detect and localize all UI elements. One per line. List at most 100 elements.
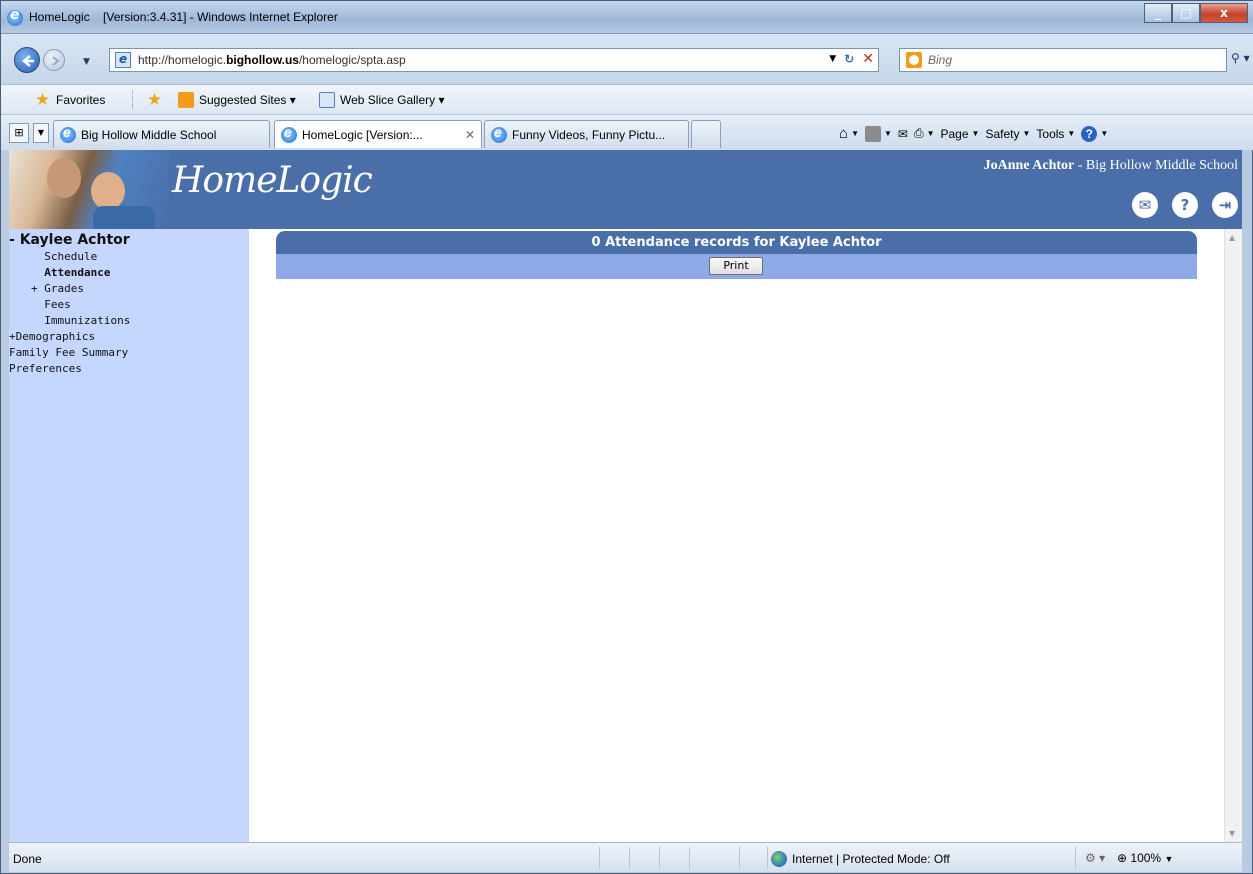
status-divider (1075, 847, 1076, 869)
ie-icon (491, 124, 507, 143)
close-button[interactable]: x (1200, 3, 1248, 23)
header-icons: ✉ ? ⇥ (1132, 192, 1238, 218)
mail-icon: ✉ (897, 126, 908, 141)
sidebar: - Kaylee Achtor Schedule Attendance + Gr… (9, 229, 249, 842)
tab-funny-videos[interactable]: Funny Videos, Funny Pictu... (484, 120, 689, 148)
sidebar-item-grades[interactable]: + Grades (31, 281, 84, 297)
read-mail-button[interactable]: ✉ (898, 127, 908, 141)
search-icon[interactable]: ⚲ ▾ (1231, 51, 1250, 65)
help-menu[interactable]: ? ▼ (1081, 125, 1108, 142)
security-zone[interactable]: Internet | Protected Mode: Off (771, 851, 950, 867)
title-bar: HomeLogic [Version:3.4.31] - Windows Int… (1, 1, 1253, 34)
main-content: 0 Attendance records for Kaylee Achtor P… (249, 229, 1224, 842)
protected-mode-icon[interactable]: ⚙ ▾ (1085, 851, 1105, 865)
suggested-sites-link[interactable]: Suggested Sites ▾ (178, 92, 296, 108)
school-name: - Big Hollow Middle School (1074, 158, 1238, 173)
logout-icon[interactable]: ⇥ (1212, 192, 1238, 218)
sidebar-item-immunizations[interactable]: Immunizations (31, 313, 130, 329)
user-name: JoAnne Achtor (983, 158, 1075, 173)
sidebar-item-attendance[interactable]: Attendance (31, 265, 110, 281)
scroll-down-icon[interactable]: ▼ (1229, 829, 1235, 838)
web-slice-gallery-link[interactable]: Web Slice Gallery ▾ (319, 92, 445, 108)
add-favorite-button[interactable]: ★ (147, 90, 163, 109)
status-divider (689, 847, 690, 869)
sidebar-item-demographics[interactable]: +Demographics (9, 329, 95, 345)
close-tab-icon[interactable]: ✕ (465, 128, 475, 142)
stop-icon[interactable]: ✕ (862, 51, 874, 67)
sidebar-item-preferences[interactable]: Preferences (9, 361, 82, 377)
feeds-button[interactable]: ▼ (864, 125, 892, 142)
favorites-bar: ★ Favorites ★ Suggested Sites ▾ Web Slic… (1, 84, 1253, 114)
print-button[interactable]: Print (709, 257, 763, 275)
tab-big-hollow[interactable]: Big Hollow Middle School (53, 120, 270, 148)
tab-homelogic[interactable]: HomeLogic [Version:... ✕ (274, 120, 482, 148)
sidebar-item-schedule[interactable]: Schedule (31, 249, 97, 265)
zoom-icon: ⊕ (1117, 851, 1128, 865)
url-field[interactable]: e http://homelogic.bighollow.us/homelogi… (109, 48, 879, 72)
attendance-heading: 0 Attendance records for Kaylee Achtor (276, 231, 1197, 254)
status-bar: Done Internet | Protected Mode: Off ⚙ ▾ … (9, 842, 1242, 872)
student-name[interactable]: - Kaylee Achtor (9, 232, 130, 248)
tab-label: Big Hollow Middle School (81, 127, 217, 142)
ie-icon (7, 7, 23, 26)
search-input[interactable]: Bing (899, 48, 1227, 72)
tab-list-dropdown[interactable]: ▼ (33, 123, 49, 143)
browser-window: HomeLogic [Version:3.4.31] - Windows Int… (0, 0, 1253, 874)
ie-icon (281, 124, 297, 143)
ie-icon (60, 124, 76, 143)
recent-pages-dropdown-icon[interactable]: ▼ (83, 57, 90, 67)
back-button[interactable] (14, 47, 40, 73)
attendance-toolbar: Print (276, 254, 1197, 279)
page-menu[interactable]: Page ▼ (941, 127, 980, 141)
globe-icon (771, 851, 787, 867)
help-icon[interactable]: ? (1172, 192, 1198, 218)
address-bar-row: ▼ e http://homelogic.bighollow.us/homelo… (1, 34, 1253, 84)
site-header: HomeLogic JoAnne Achtor - Big Hollow Mid… (9, 150, 1242, 229)
new-tab-button[interactable] (691, 120, 721, 148)
status-text: Done (13, 852, 42, 866)
zoom-level: 100% (1130, 851, 1162, 865)
command-bar: ⌂ ▼ ▼ ✉ ⎙ ▼ Page ▼ Safety ▼ Tools ▼ ? ▼ (839, 125, 1108, 142)
tab-label: HomeLogic [Version:... (302, 127, 423, 142)
status-divider (739, 847, 740, 869)
email-icon[interactable]: ✉ (1132, 192, 1158, 218)
page-menu-label: Page (940, 126, 969, 141)
scroll-up-icon[interactable]: ▲ (1229, 233, 1235, 242)
status-divider (767, 847, 768, 869)
home-button[interactable]: ⌂ ▼ (839, 125, 859, 142)
homelogic-logo: HomeLogic (172, 160, 373, 201)
add-to-favorites-icon: ★ (147, 90, 163, 109)
quick-tabs-icon[interactable]: ⊞ (9, 123, 29, 143)
user-info: JoAnne Achtor - Big Hollow Middle School (984, 158, 1238, 174)
forward-button[interactable] (43, 49, 65, 71)
tab-bar: ⊞ ▼ Big Hollow Middle School HomeLogic [… (1, 114, 1253, 150)
refresh-icon[interactable]: ↻ (844, 52, 854, 66)
zoom-control[interactable]: ⊕ 100% ▼ (1117, 851, 1173, 865)
search-placeholder: Bing (928, 53, 953, 67)
print-button[interactable]: ⎙ ▼ (914, 126, 935, 141)
url-controls: ▼ ↻ ✕ (829, 51, 874, 67)
safety-menu[interactable]: Safety ▼ (985, 127, 1030, 141)
zone-label: Internet | Protected Mode: Off (792, 852, 950, 866)
vertical-scrollbar[interactable]: ▲ ▼ (1224, 229, 1242, 842)
url-text: http://homelogic.bighollow.us/homelogic/… (138, 53, 406, 67)
status-divider (599, 847, 600, 869)
sidebar-item-fees[interactable]: Fees (31, 297, 71, 313)
minimize-button[interactable]: _ (1144, 3, 1172, 23)
header-photo (9, 150, 169, 229)
home-icon: ⌂ (839, 125, 849, 142)
status-divider (629, 847, 630, 869)
status-divider (659, 847, 660, 869)
window-title: HomeLogic [Version:3.4.31] - Windows Int… (29, 10, 338, 24)
favorites-label: Favorites (56, 93, 106, 107)
suggested-sites-label: Suggested Sites ▾ (199, 93, 296, 107)
url-dropdown-icon[interactable]: ▼ (829, 54, 836, 64)
web-page: HomeLogic JoAnne Achtor - Big Hollow Mid… (9, 150, 1242, 842)
back-arrow-icon (22, 55, 34, 67)
printer-icon: ⎙ (913, 126, 924, 140)
favorites-button[interactable]: ★ Favorites (35, 91, 106, 108)
sidebar-item-family-fee-summary[interactable]: Family Fee Summary (9, 345, 128, 361)
bing-icon (906, 52, 922, 68)
maximize-button[interactable]: □ (1172, 3, 1200, 23)
tools-menu[interactable]: Tools ▼ (1036, 127, 1075, 141)
